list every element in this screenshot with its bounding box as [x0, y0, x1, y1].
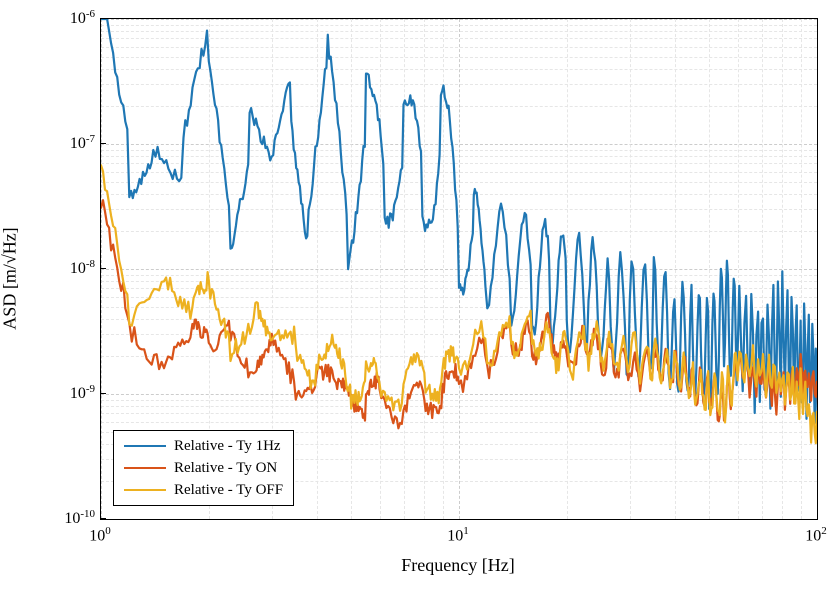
x-tick-label: 102 — [805, 525, 827, 545]
y-tick — [100, 143, 106, 144]
grid-line-horizontal — [101, 519, 817, 520]
legend-entry-ty-off: Relative - Ty OFF — [124, 479, 283, 501]
legend-label: Relative - Ty ON — [174, 460, 277, 477]
y-tick — [100, 268, 106, 269]
x-tick-label: 100 — [89, 525, 111, 545]
x-tick-label: 101 — [447, 525, 469, 545]
legend-label: Relative - Ty 1Hz — [174, 438, 281, 455]
x-axis-label: Frequency [Hz] — [100, 555, 816, 576]
psd-chart: Frequency [Hz] ASD [m/√Hz] Relative - Ty… — [0, 0, 830, 590]
legend-entry-ty-on: Relative - Ty ON — [124, 457, 283, 479]
y-tick-label: 10-7 — [5, 133, 95, 153]
legend: Relative - Ty 1Hz Relative - Ty ON Relat… — [113, 430, 294, 506]
y-tick — [100, 393, 106, 394]
legend-swatch-icon — [124, 489, 166, 491]
y-tick-label: 10-10 — [5, 508, 95, 528]
x-axis-label-text: Frequency [Hz] — [401, 555, 514, 575]
series-line — [101, 165, 817, 453]
legend-swatch-icon — [124, 445, 166, 447]
grid-line-vertical — [817, 19, 818, 519]
y-tick-label: 10-8 — [5, 258, 95, 278]
y-tick — [100, 518, 106, 519]
y-tick-label: 10-9 — [5, 383, 95, 403]
y-axis-label-text: ASD [m/√Hz] — [0, 227, 21, 329]
y-tick-label: 10-6 — [5, 8, 95, 28]
y-tick — [100, 18, 106, 19]
legend-label: Relative - Ty OFF — [174, 482, 283, 499]
legend-entry-ty-1hz: Relative - Ty 1Hz — [124, 435, 283, 457]
legend-swatch-icon — [124, 467, 166, 469]
